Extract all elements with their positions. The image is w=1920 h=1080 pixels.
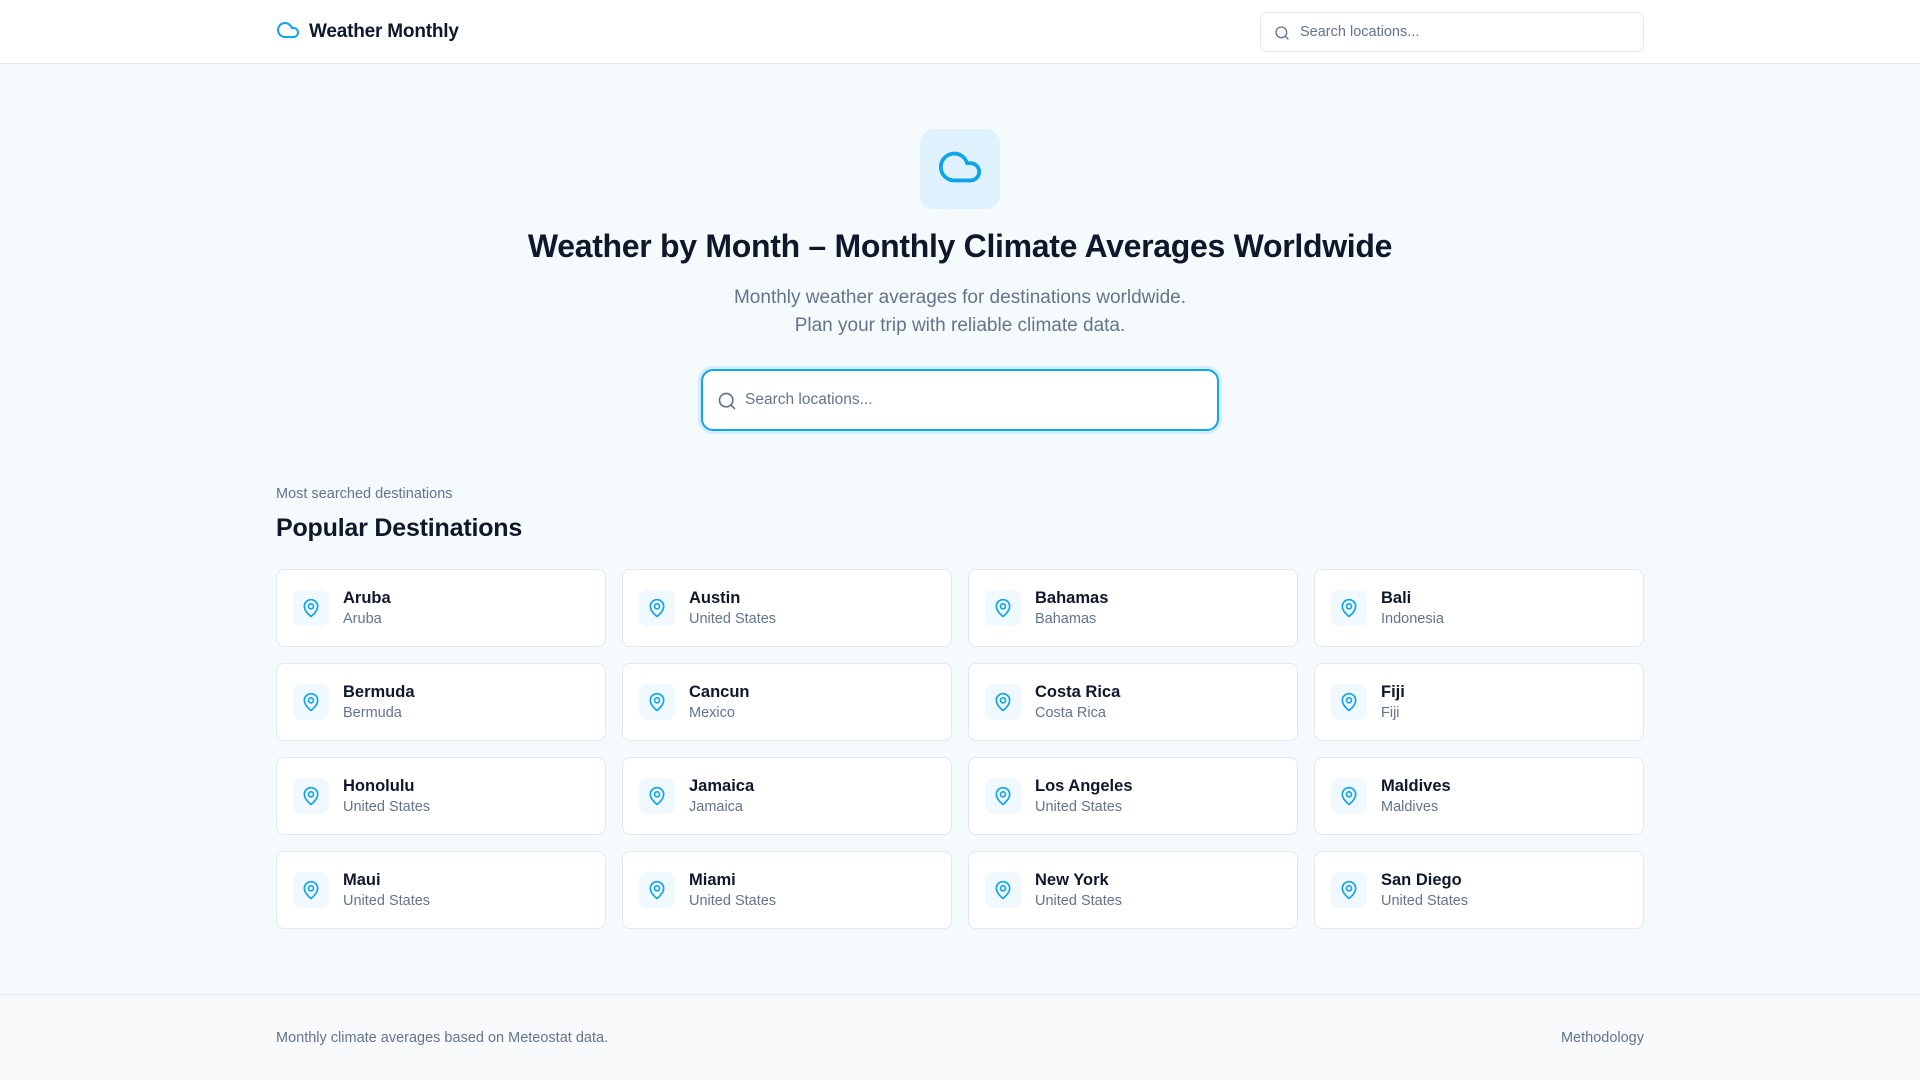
destination-name: Fiji	[1381, 683, 1405, 701]
map-pin-icon	[639, 684, 675, 720]
map-pin-icon	[639, 590, 675, 626]
destination-name: Bermuda	[343, 683, 415, 701]
destination-card-text: San Diego United States	[1381, 869, 1468, 911]
site-footer: Monthly climate averages based on Meteos…	[0, 994, 1920, 1080]
destination-card-text: Cancun Mexico	[689, 681, 750, 723]
destination-country: Indonesia	[1381, 611, 1444, 627]
destination-country: United States	[1381, 893, 1469, 909]
main-search-box[interactable]	[701, 369, 1219, 431]
section-eyebrow: Most searched destinations	[276, 486, 453, 502]
destination-card-text: Bermuda Bermuda	[343, 681, 415, 723]
destination-country: Bermuda	[343, 705, 402, 721]
destination-name: Bali	[1381, 589, 1412, 607]
hero-subtitle-line1: Monthly weather averages for destination…	[733, 287, 1186, 308]
destination-name: Miami	[689, 871, 736, 889]
destination-country: United States	[1035, 799, 1123, 815]
destination-country: Costa Rica	[1035, 705, 1106, 721]
destination-card-new-york[interactable]: New York United States	[968, 851, 1298, 929]
destination-country: Mexico	[689, 705, 735, 721]
destination-card-costa-rica[interactable]: Costa Rica Costa Rica	[968, 663, 1298, 741]
destination-name: Los Angeles	[1035, 777, 1133, 795]
hero-cloud-badge	[920, 129, 1000, 209]
map-pin-icon	[1331, 778, 1367, 814]
destination-card-text: Los Angeles United States	[1035, 775, 1133, 817]
destination-name: Bahamas	[1035, 589, 1109, 607]
map-pin-icon	[985, 872, 1021, 908]
map-pin-icon	[985, 590, 1021, 626]
destination-card-bali[interactable]: Bali Indonesia	[1314, 569, 1644, 647]
destination-country: Fiji	[1381, 705, 1400, 721]
page-title: Weather by Month – Monthly Climate Avera…	[527, 228, 1393, 264]
main-search-input[interactable]	[703, 371, 1217, 429]
hero-subtitle-line2: Plan your trip with reliable climate dat…	[794, 315, 1126, 336]
destination-card-text: New York United States	[1035, 869, 1122, 911]
destination-card-text: Bahamas Bahamas	[1035, 587, 1108, 629]
destination-card-fiji[interactable]: Fiji Fiji	[1314, 663, 1644, 741]
destination-card-cancun[interactable]: Cancun Mexico	[622, 663, 952, 741]
map-pin-icon	[985, 684, 1021, 720]
destination-card-austin[interactable]: Austin United States	[622, 569, 952, 647]
cloud-icon	[937, 144, 983, 195]
destination-card-text: Fiji Fiji	[1381, 681, 1405, 723]
map-pin-icon	[985, 778, 1021, 814]
destination-card-maui[interactable]: Maui United States	[276, 851, 606, 929]
destination-name: San Diego	[1381, 871, 1462, 889]
brand-logo-link[interactable]: Weather Monthly	[276, 18, 459, 46]
destination-name: New York	[1035, 871, 1109, 889]
destination-country: United States	[689, 893, 777, 909]
destination-card-san-diego[interactable]: San Diego United States	[1314, 851, 1644, 929]
destination-card-text: Costa Rica Costa Rica	[1035, 681, 1120, 723]
map-pin-icon	[293, 872, 329, 908]
destination-name: Cancun	[689, 683, 750, 701]
destination-card-los-angeles[interactable]: Los Angeles United States	[968, 757, 1298, 835]
destination-card-bahamas[interactable]: Bahamas Bahamas	[968, 569, 1298, 647]
destination-country: United States	[343, 799, 431, 815]
header-search-input[interactable]	[1261, 13, 1643, 51]
destination-card-honolulu[interactable]: Honolulu United States	[276, 757, 606, 835]
destination-name: Maldives	[1381, 777, 1451, 795]
destination-card-maldives[interactable]: Maldives Maldives	[1314, 757, 1644, 835]
site-header: Weather Monthly	[0, 0, 1920, 64]
destination-card-text: Honolulu United States	[343, 775, 430, 817]
destination-country: United States	[343, 893, 431, 909]
destination-card-text: Austin United States	[689, 587, 776, 629]
destination-card-bermuda[interactable]: Bermuda Bermuda	[276, 663, 606, 741]
destination-card-miami[interactable]: Miami United States	[622, 851, 952, 929]
destination-name: Costa Rica	[1035, 683, 1121, 701]
destination-card-text: Bali Indonesia	[1381, 587, 1444, 629]
map-pin-icon	[293, 778, 329, 814]
map-pin-icon	[639, 872, 675, 908]
destination-country: United States	[1035, 893, 1123, 909]
destination-name: Austin	[689, 589, 741, 607]
map-pin-icon	[1331, 684, 1367, 720]
destination-name: Maui	[343, 871, 381, 889]
destination-card-text: Maui United States	[343, 869, 430, 911]
section-title: Popular Destinations	[276, 514, 523, 542]
map-pin-icon	[1331, 872, 1367, 908]
destination-card-text: Aruba Aruba	[343, 587, 391, 629]
map-pin-icon	[639, 778, 675, 814]
destination-card-aruba[interactable]: Aruba Aruba	[276, 569, 606, 647]
cloud-icon	[276, 18, 300, 47]
destination-country: Aruba	[343, 611, 382, 627]
destination-country: Maldives	[1381, 799, 1439, 815]
header-search-box[interactable]	[1260, 12, 1644, 52]
destination-country: United States	[689, 611, 777, 627]
brand-name: Weather Monthly	[309, 21, 459, 42]
destination-card-text: Miami United States	[689, 869, 776, 911]
map-pin-icon	[293, 590, 329, 626]
footer-text: Monthly climate averages based on Meteos…	[276, 1030, 609, 1046]
map-pin-icon	[293, 684, 329, 720]
destination-card-text: Maldives Maldives	[1381, 775, 1451, 817]
destination-country: Bahamas	[1035, 611, 1097, 627]
destination-name: Aruba	[343, 589, 391, 607]
map-pin-icon	[1331, 590, 1367, 626]
destination-country: Jamaica	[689, 799, 743, 815]
destinations-grid: Aruba Aruba Austin United States Bahamas…	[276, 569, 1644, 929]
destination-name: Honolulu	[343, 777, 415, 795]
methodology-link[interactable]: Methodology	[1561, 1030, 1644, 1046]
destination-card-text: Jamaica Jamaica	[689, 775, 754, 817]
destination-card-jamaica[interactable]: Jamaica Jamaica	[622, 757, 952, 835]
destination-name: Jamaica	[689, 777, 755, 795]
